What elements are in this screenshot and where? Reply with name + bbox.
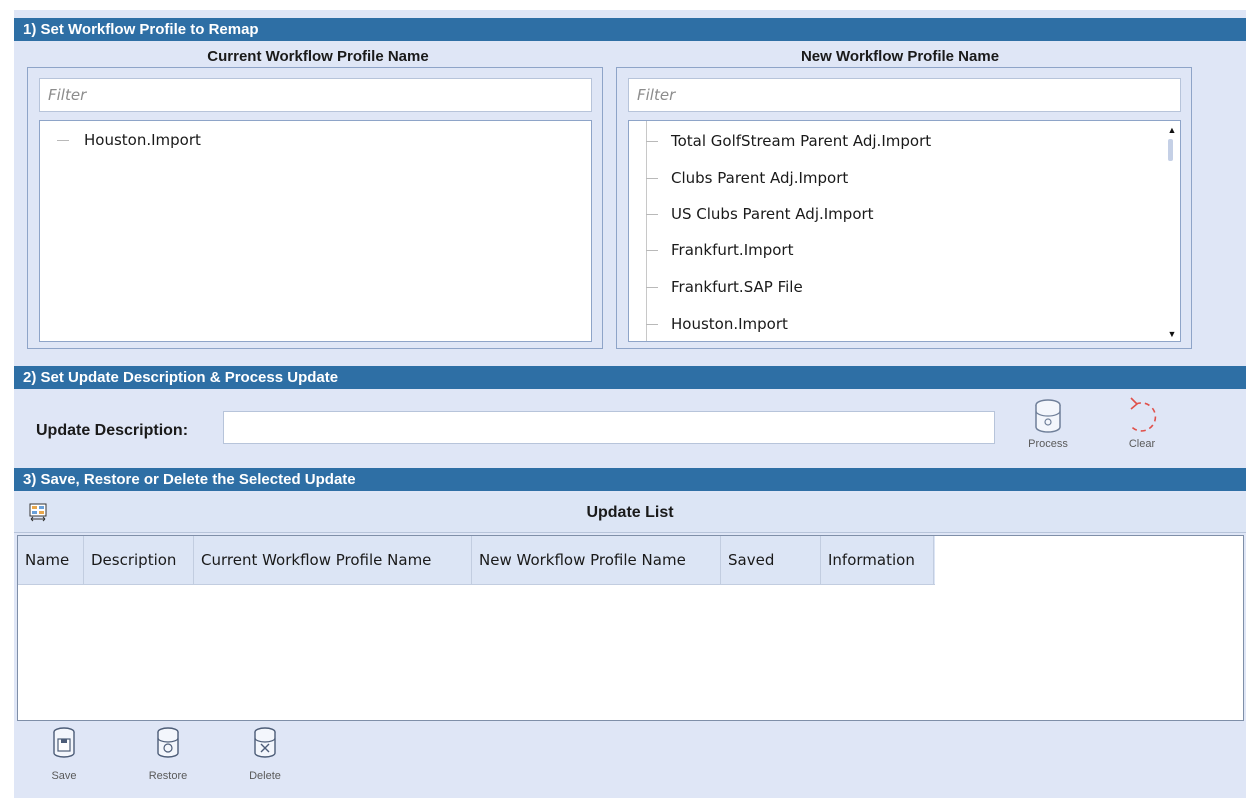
new-tree-item[interactable]: US Clubs Parent Adj.Import	[671, 205, 874, 223]
clear-label: Clear	[1128, 438, 1156, 450]
section3-header: 3) Save, Restore or Delete the Selected …	[14, 468, 1246, 491]
process-label: Process	[1028, 438, 1068, 450]
column-header-description[interactable]: Description	[84, 536, 194, 585]
new-tree-item[interactable]: Clubs Parent Adj.Import	[671, 169, 848, 187]
current-profile-title: Current Workflow Profile Name	[207, 48, 429, 65]
current-profile-tree[interactable]: Houston.Import	[39, 120, 592, 342]
update-list-grid[interactable]: Name Description Current Workflow Profil…	[17, 535, 1244, 721]
new-profile-panel: Filter Total GolfStream Parent Adj.Impor…	[616, 67, 1192, 349]
process-database-icon	[1035, 399, 1061, 433]
new-tree-item[interactable]: Total GolfStream Parent Adj.Import	[671, 132, 931, 150]
section2-header: 2) Set Update Description & Process Upda…	[14, 366, 1246, 389]
current-profile-panel: Filter Houston.Import	[27, 67, 603, 349]
update-description-input[interactable]	[223, 411, 995, 444]
current-tree-item[interactable]: Houston.Import	[84, 131, 201, 149]
tree-connector	[57, 140, 69, 141]
update-description-label: Update Description:	[36, 422, 189, 439]
save-button[interactable]: Save	[44, 726, 84, 782]
scroll-thumb[interactable]	[1168, 139, 1173, 161]
column-header-saved[interactable]: Saved	[721, 536, 821, 585]
delete-label: Delete	[249, 770, 281, 782]
tree-connector	[646, 287, 658, 288]
tree-connector	[646, 214, 658, 215]
update-list-title: Update List	[586, 504, 674, 521]
column-header-name[interactable]: Name	[18, 536, 84, 585]
clear-button[interactable]: Clear	[1112, 395, 1172, 450]
new-tree-item[interactable]: Houston.Import	[671, 315, 788, 333]
restore-button[interactable]: Restore	[140, 726, 196, 782]
new-filter-input[interactable]: Filter	[628, 78, 1181, 112]
new-profile-title: New Workflow Profile Name	[800, 48, 1000, 65]
tree-connector	[646, 324, 658, 325]
tree-connector	[646, 178, 658, 179]
grid-header-filler	[935, 536, 1243, 585]
grid-header-row: Name Description Current Workflow Profil…	[18, 536, 1243, 585]
scroll-down-icon[interactable]: ▼	[1165, 329, 1179, 339]
delete-button[interactable]: Delete	[240, 726, 290, 782]
new-profile-tree[interactable]: Total GolfStream Parent Adj.Import Clubs…	[628, 120, 1181, 342]
restore-database-icon	[157, 727, 179, 758]
delete-database-icon	[254, 727, 276, 758]
column-header-current-profile[interactable]: Current Workflow Profile Name	[194, 536, 472, 585]
new-tree-item[interactable]: Frankfurt.SAP File	[671, 278, 803, 296]
save-database-icon	[53, 727, 75, 758]
section1-header: 1) Set Workflow Profile to Remap	[14, 18, 1246, 41]
remap-workflow-form: 1) Set Workflow Profile to Remap Current…	[14, 10, 1246, 798]
restore-label: Restore	[148, 770, 188, 782]
save-label: Save	[51, 770, 77, 782]
new-tree-item[interactable]: Frankfurt.Import	[671, 241, 793, 259]
update-list-header: Update List	[14, 493, 1246, 533]
process-button[interactable]: Process	[1014, 395, 1082, 450]
new-tree-scrollbar[interactable]: ▲ ▼	[1165, 121, 1179, 341]
clear-undo-icon	[1129, 397, 1157, 432]
current-filter-input[interactable]: Filter	[39, 78, 592, 112]
column-header-information[interactable]: Information	[821, 536, 934, 585]
scroll-up-icon[interactable]: ▲	[1165, 125, 1179, 135]
tree-connector	[646, 141, 658, 142]
tree-connector	[646, 250, 658, 251]
tree-connector	[646, 121, 647, 341]
column-header-new-profile[interactable]: New Workflow Profile Name	[472, 536, 721, 585]
